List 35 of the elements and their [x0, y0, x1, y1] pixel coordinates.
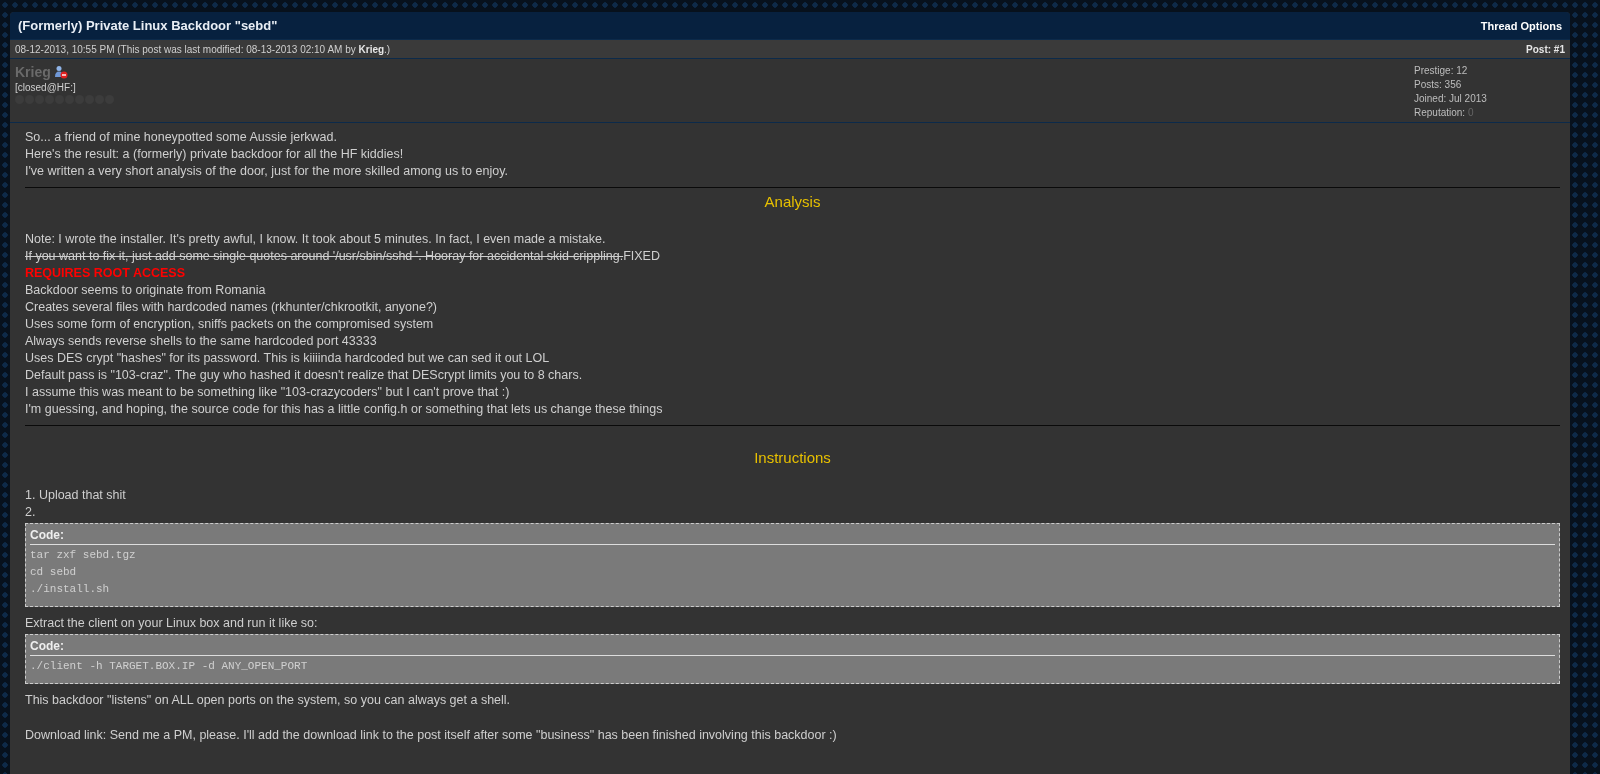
post-text: I'm guessing, and hoping, the source code for this has a little config.h or something that lets us change these things [25, 401, 664, 418]
code-line: ./install.sh [30, 582, 111, 597]
post-text: This backdoor "listens" on ALL open ports on the system, so you can always get a shell. [25, 692, 512, 709]
post-text: Creates several files with hardcoded names (rkhunter/chkrootkit, anyone?) [25, 299, 438, 316]
post-number-link[interactable]: Post: #1 [1526, 43, 1565, 55]
post-text: I assume this was meant to be something like "103-crazycoders" but I can't prove that :) [25, 384, 511, 401]
section-heading: Instructions [754, 448, 831, 468]
code-label: Code: [30, 639, 1555, 656]
user-title: [closed@HF:] [15, 82, 77, 93]
post-text: Backdoor seems to originate from Romania [25, 282, 267, 299]
warning-text: REQUIRES ROOT ACCESS [25, 265, 186, 282]
post-text: Here's the result: a (formerly) private backdoor for all the HF kiddies! [25, 146, 405, 163]
section-heading: Analysis [764, 192, 821, 212]
thread-title: (Formerly) Private Linux Backdoor "sebd" [18, 18, 278, 33]
author-stat: Prestige: 12 [1414, 64, 1469, 78]
post-text: Default pass is "103-craz". The guy who hashed it doesn't realize that DEScrypt limits you to 8 chars. [25, 367, 584, 384]
thread-options-link[interactable]: Thread Options [1480, 19, 1562, 32]
code-line: tar zxf sebd.tgz [30, 548, 137, 563]
author-stat: Joined: Jul 2013 [1414, 92, 1488, 106]
post-text: Always sends reverse shells to the same hardcoded port 43333 [25, 333, 378, 350]
post-text: 2. [25, 504, 37, 521]
post-text: If you want to fix it, just add some single quotes around '/usr/sbin/sshd '. Hooray for accidental skid-crippling.FIXED [25, 248, 661, 265]
post-text: I've written a very short analysis of the door, just for the more skilled among us to enjoy. [25, 163, 509, 180]
code-line: ./client -h TARGET.BOX.IP -d ANY_OPEN_PORT [30, 659, 309, 674]
code-line: cd sebd [30, 565, 78, 580]
post-text: So... a friend of mine honeypotted some Aussie jerkwad. [25, 129, 338, 146]
author-stat: Posts: 356 [1414, 78, 1463, 92]
post-text: Uses DES crypt "hashes" for its password. This is kiiiinda hardcoded but we can sed it out LOL [25, 350, 551, 367]
post-text: Uses some form of encryption, sniffs packets on the compromised system [25, 316, 435, 333]
post-date: 08-12-2013, 10:55 PM (This post was last modified: 08-13-2013 02:10 AM by Krieg.) [15, 43, 391, 55]
post-text: 1. Upload that shit [25, 487, 127, 504]
post-text: Extract the client on your Linux box and run it like so: [25, 615, 319, 632]
post-text: Download link: Send me a PM, please. I'll add the download link to the post itself after some "business" has been finished involving this backdoor :) [25, 727, 838, 744]
code-label: Code: [30, 528, 1555, 545]
post-text: Note: I wrote the installer. It's pretty awful, I know. It took about 5 minutes. In fact, I even made a mistake. [25, 231, 607, 248]
